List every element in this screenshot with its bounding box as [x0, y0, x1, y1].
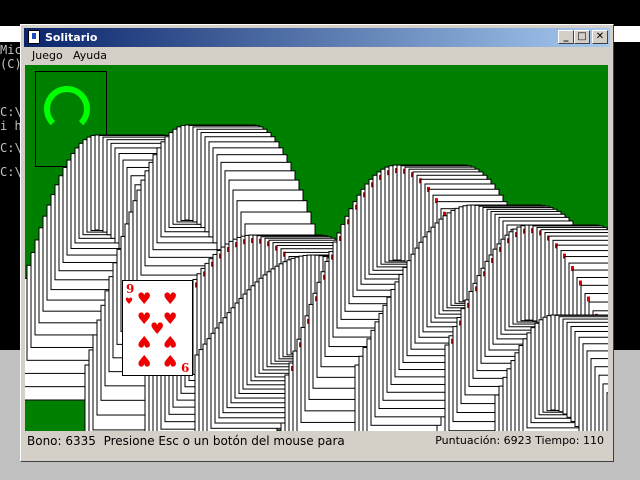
- score-label: Puntuación:: [435, 434, 501, 447]
- game-table[interactable]: 9 ♥ ♥ ♥ ♥ ♥ ♥ ♥ ♥ ♥ ♥ 9: [25, 65, 608, 431]
- time-label: Tiempo:: [535, 434, 580, 447]
- status-left: Bono: 6335 Presione Esc o un botón del m…: [27, 434, 345, 448]
- close-button[interactable]: ✕: [592, 30, 608, 44]
- card-rank-bottom: 9: [180, 360, 189, 374]
- menu-bar: Juego Ayuda: [24, 47, 610, 65]
- bonus-label: Bono:: [27, 434, 62, 448]
- status-message: Presione Esc o un botón del mouse para: [103, 434, 345, 448]
- heart-icon: ♥: [125, 297, 134, 307]
- solitaire-app-icon[interactable]: [28, 30, 40, 44]
- cascade-card: [606, 392, 608, 431]
- heart-icon: ♥: [137, 351, 152, 370]
- heart-icon: ♥: [163, 309, 178, 328]
- heart-icon: ♥: [137, 289, 152, 308]
- time-value: 110: [583, 434, 604, 447]
- status-bar: Bono: 6335 Presione Esc o un botón del m…: [25, 432, 608, 450]
- solitaire-window[interactable]: Solitario _ □ ✕ Juego Ayuda 9 ♥ ♥ ♥ ♥ ♥ …: [20, 24, 614, 462]
- maximize-button[interactable]: □: [574, 30, 590, 44]
- menu-ayuda[interactable]: Ayuda: [69, 49, 111, 62]
- console-line: C:\: [0, 141, 22, 155]
- score-value: 6923: [503, 434, 532, 447]
- console-line: C:\: [0, 105, 22, 119]
- console-line: Mic: [0, 43, 22, 57]
- console-line: C:\: [0, 165, 22, 179]
- heart-icon: ♥: [163, 289, 178, 308]
- title-bar[interactable]: Solitario _ □ ✕: [24, 28, 610, 47]
- cascade-card-mark: [587, 296, 590, 302]
- bouncing-cards-cascade: [25, 124, 608, 431]
- window-title: Solitario: [45, 31, 98, 44]
- console-line: (C): [0, 57, 22, 71]
- minimize-button[interactable]: _: [558, 30, 574, 44]
- cascade-card-mark: [579, 280, 582, 286]
- console-line: i h: [0, 119, 22, 133]
- heart-icon: ♥: [163, 351, 178, 370]
- menu-juego[interactable]: Juego: [28, 49, 67, 62]
- playing-card-nine-of-hearts[interactable]: 9 ♥ ♥ ♥ ♥ ♥ ♥ ♥ ♥ ♥ ♥ 9: [122, 280, 193, 376]
- heart-icon: ♥: [163, 332, 178, 351]
- bonus-value: 6335: [65, 434, 96, 448]
- status-right: Puntuación: 6923 Tiempo: 110: [435, 434, 604, 447]
- heart-icon: ♥: [137, 332, 152, 351]
